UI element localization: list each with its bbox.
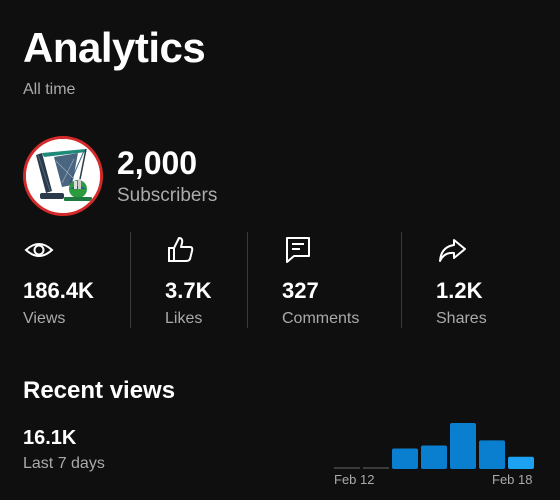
thumbs-up-icon	[168, 237, 194, 262]
chart-bar-feb-16	[450, 423, 476, 469]
x-tick-label-end: Feb 18	[492, 472, 533, 487]
recent-views-title: Recent views	[23, 377, 176, 404]
shares-label: Shares	[436, 310, 487, 327]
views-value: 186.4K	[23, 278, 94, 303]
x-tick-label-start: Feb 12	[334, 472, 375, 487]
time-period-label[interactable]: All time	[23, 80, 75, 100]
likes-label: Likes	[165, 310, 203, 327]
channel-avatar[interactable]	[23, 136, 103, 216]
stat-divider	[247, 232, 248, 328]
channel-logo-icon	[26, 139, 100, 213]
page-title: Analytics	[23, 24, 206, 71]
chart-bar-feb-15	[421, 445, 447, 469]
recent-views-value: 16.1K	[23, 427, 77, 449]
subscriber-label: Subscribers	[117, 185, 218, 206]
recent-views-bars	[334, 423, 534, 469]
comment-icon	[286, 237, 310, 263]
recent-views-period: Last 7 days	[23, 455, 105, 472]
subscriber-count: 2,000	[117, 145, 198, 181]
eye-icon	[24, 243, 54, 257]
stat-divider	[130, 232, 131, 328]
chart-bar-feb-14	[392, 448, 418, 469]
stat-divider	[401, 232, 402, 328]
likes-value: 3.7K	[165, 278, 212, 303]
comments-value: 327	[282, 278, 319, 303]
chart-bar-feb-18	[508, 456, 534, 469]
views-label: Views	[23, 310, 66, 327]
chart-bar-feb-12	[334, 467, 360, 469]
chart-bar-feb-17	[479, 440, 505, 469]
chart-bar-feb-13	[363, 467, 389, 469]
share-icon	[439, 239, 466, 262]
comments-label: Comments	[282, 310, 360, 327]
shares-value: 1.2K	[436, 278, 483, 303]
